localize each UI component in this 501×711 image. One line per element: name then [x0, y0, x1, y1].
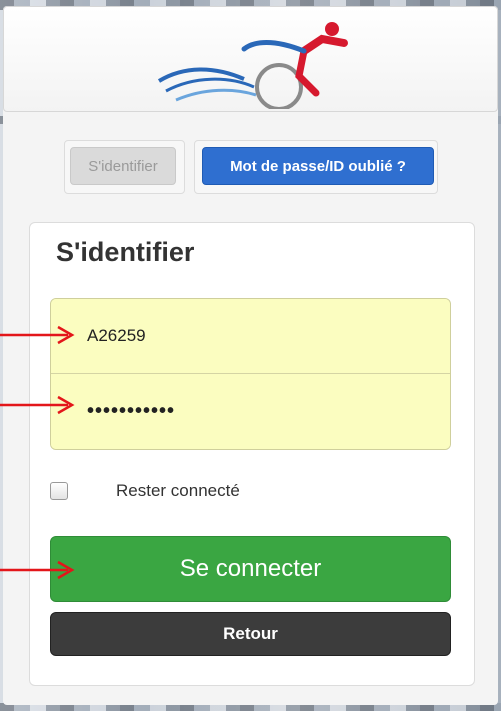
tab-identify-button[interactable]: S'identifier: [70, 147, 176, 185]
logo-header: [3, 6, 498, 112]
back-button[interactable]: Retour: [50, 612, 451, 656]
remember-me-label: Rester connecté: [116, 481, 240, 500]
remember-me: Rester connecté: [50, 481, 240, 501]
red-arrow-icon: [0, 325, 75, 345]
cyclist-logo: [157, 22, 348, 109]
login-tabs: S'identifier Mot de passe/ID oublié ?: [64, 140, 438, 194]
red-arrow-icon: [0, 560, 75, 580]
forgot-password-button[interactable]: Mot de passe/ID oublié ?: [202, 147, 434, 185]
login-card: S'identifier A26259 ••••••••••• Rester c…: [29, 222, 475, 686]
page-title: S'identifier: [56, 237, 195, 267]
password-field[interactable]: •••••••••••: [51, 374, 450, 449]
username-field[interactable]: A26259: [51, 299, 450, 374]
credential-fields: A26259 •••••••••••: [50, 298, 451, 450]
red-arrow-icon: [0, 395, 75, 415]
connect-button[interactable]: Se connecter: [50, 536, 451, 602]
remember-me-checkbox[interactable]: [50, 482, 68, 500]
